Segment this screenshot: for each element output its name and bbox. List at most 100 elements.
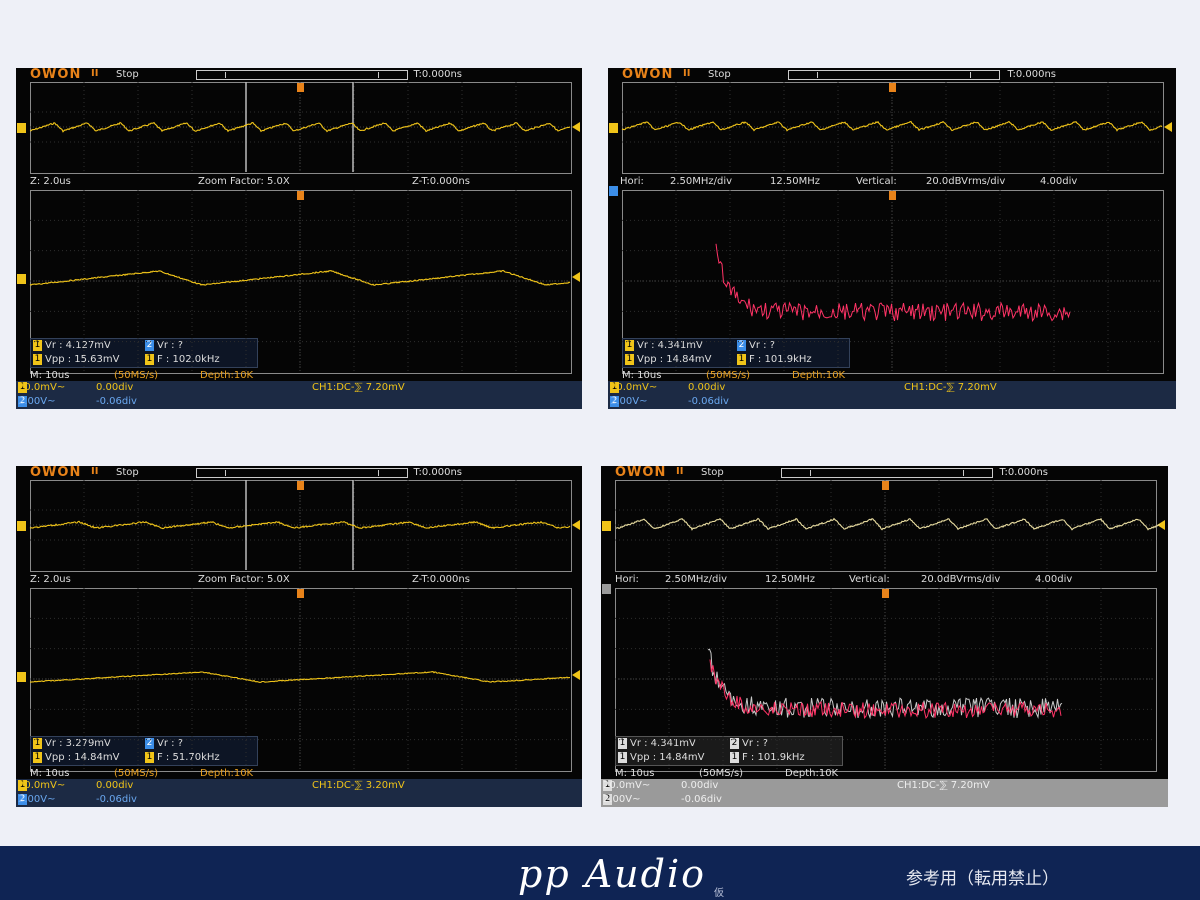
- scope-screen-2: OWON II Stop T:0.000ns Hori: 2.50MHz/div…: [608, 67, 1176, 409]
- zoom-timebase: Z: 2.0us: [30, 574, 71, 585]
- memory-position-bar: [196, 70, 408, 80]
- memory-position-bar: [781, 468, 993, 478]
- brand-logo: pp Audio: [518, 852, 707, 896]
- measure-ch1-vr: 1 Vr : 3.279mV: [33, 737, 111, 749]
- zoom-factor: Zoom Factor: 5.0X: [198, 176, 290, 187]
- fft-hori-label: Hori:: [615, 574, 639, 585]
- run-status: Stop: [708, 69, 731, 80]
- owon-logo: OWON: [622, 67, 674, 82]
- measure-ch2-vr: 2 Vr : ?: [737, 339, 775, 351]
- timebase: M: 10us: [615, 768, 655, 779]
- measure-ch1-freq: 1F : 51.70kHz: [145, 751, 220, 763]
- memory-position-bar: [788, 70, 1000, 80]
- memory-depth: Depth:10K: [200, 370, 254, 381]
- timebase: M: 10us: [30, 768, 70, 779]
- ch1-offset: 0.00div: [96, 382, 134, 393]
- measurement-panel: 1 Vr : 3.279mV 2 Vr : ? 1 Vpp : 14.84mV 1F …: [30, 736, 258, 766]
- pause-icon: II: [91, 466, 99, 477]
- measure-ch1-freq: 1F : 102.0kHz: [145, 353, 220, 365]
- fft-vert-label: Vertical:: [856, 176, 897, 187]
- scope-screen-4: OWON II Stop T:0.000ns Hori: 2.50MHz/div…: [601, 465, 1168, 807]
- ch1-offset: 0.00div: [688, 382, 726, 393]
- ch2-offset: -0.06div: [96, 794, 137, 805]
- scope-header: OWON II Stop T:0.000ns: [601, 465, 1168, 480]
- fft-vert-value: 20.0dBVrms/div: [921, 574, 1001, 585]
- trigger-setting: CH1:DC-⅀ 3.20mV: [312, 780, 405, 791]
- usage-note: 参考用（転用禁止）: [906, 869, 1059, 889]
- ch2-offset: -0.06div: [681, 794, 722, 805]
- channel-status-bar: 1 20.0mV~ 0.00div CH1:DC-⅀ 7.20mV 2 2.00V~…: [601, 779, 1168, 807]
- trigger-time: T:0.000ns: [413, 467, 462, 478]
- measure-ch1-freq: 1F : 101.9kHz: [737, 353, 812, 365]
- trigger-setting: CH1:DC-⅀ 7.20mV: [312, 382, 405, 393]
- timebase: M: 10us: [30, 370, 70, 381]
- zoom-timebase: Z: 2.0us: [30, 176, 71, 187]
- fft-vert-label: Vertical:: [849, 574, 890, 585]
- measure-ch1-freq: 1F : 101.9kHz: [730, 751, 805, 763]
- measure-ch2-vr: 2 Vr : ?: [145, 737, 183, 749]
- trigger-time: T:0.000ns: [999, 467, 1048, 478]
- measure-ch1-vpp: 1 Vpp : 14.84mV: [625, 353, 712, 365]
- pause-icon: II: [91, 68, 99, 79]
- scope-header: OWON II Stop T:0.000ns: [608, 67, 1176, 82]
- measure-ch1-vpp: 1 Vpp : 14.84mV: [618, 751, 705, 763]
- ch1-offset: 0.00div: [681, 780, 719, 791]
- owon-logo: OWON: [30, 465, 82, 480]
- main-window-grid: [622, 82, 1164, 174]
- measure-ch1-vpp: 1 Vpp : 15.63mV: [33, 353, 120, 365]
- fft-hori-value: 2.50MHz/div: [665, 574, 728, 585]
- measure-ch1-vr: 1 Vr : 4.127mV: [33, 339, 111, 351]
- measure-ch1-vr: 1 Vr : 4.341mV: [625, 339, 703, 351]
- fft-info-row: Hori: 2.50MHz/div 12.50MHz Vertical: 20.…: [620, 176, 1160, 188]
- fft-hori-label: Hori:: [620, 176, 644, 187]
- measure-ch2-vr: 2 Vr : ?: [145, 339, 183, 351]
- zoom-info-row: Z: 2.0us Zoom Factor: 5.0X Z-T:0.000ns: [30, 574, 570, 586]
- zoom-trigger-time: Z-T:0.000ns: [412, 574, 470, 585]
- owon-logo: OWON: [30, 67, 82, 82]
- measure-ch1-vr: 1 Vr : 4.341mV: [618, 737, 696, 749]
- pause-icon: II: [676, 466, 684, 477]
- timebase: M: 10us: [622, 370, 662, 381]
- trigger-time: T:0.000ns: [1007, 69, 1056, 80]
- main-window-grid: [30, 82, 572, 174]
- fft-offset: 4.00div: [1035, 574, 1073, 585]
- fft-center: 12.50MHz: [765, 574, 816, 585]
- trigger-setting: CH1:DC-⅀ 7.20mV: [897, 780, 990, 791]
- run-status: Stop: [116, 69, 139, 80]
- scope-screen-1: OWON II Stop T:0.000ns Z: 2.0us Zoom Fac…: [16, 67, 582, 409]
- zoom-trigger-time: Z-T:0.000ns: [412, 176, 470, 187]
- run-status: Stop: [116, 467, 139, 478]
- fft-center: 12.50MHz: [770, 176, 821, 187]
- brand-subscript: 仮: [714, 888, 724, 899]
- measurement-panel: 1 Vr : 4.341mV 2 Vr : ? 1 Vpp : 14.84mV 1F …: [622, 338, 850, 368]
- ch2-offset: -0.06div: [688, 396, 729, 407]
- trigger-setting: CH1:DC-⅀ 7.20mV: [904, 382, 997, 393]
- fft-offset: 4.00div: [1040, 176, 1078, 187]
- sample-rate: (50MS/s): [699, 768, 744, 779]
- memory-position-bar: [196, 468, 408, 478]
- zoom-factor: Zoom Factor: 5.0X: [198, 574, 290, 585]
- channel-status-bar: 1 20.0mV~ 0.00div CH1:DC-⅀ 7.20mV 2 2.00V~…: [608, 381, 1176, 409]
- fft-vert-value: 20.0dBVrms/div: [926, 176, 1006, 187]
- pause-icon: II: [683, 68, 691, 79]
- measurement-panel: 1 Vr : 4.341mV 2 Vr : ? 1 Vpp : 14.84mV 1F …: [615, 736, 843, 766]
- measure-ch2-vr: 2 Vr : ?: [730, 737, 768, 749]
- scope-header: OWON II Stop T:0.000ns: [16, 67, 582, 82]
- main-window-grid: [30, 480, 572, 572]
- scope-header: OWON II Stop T:0.000ns: [16, 465, 582, 480]
- fft-hori-value: 2.50MHz/div: [670, 176, 733, 187]
- fft-info-row: Hori: 2.50MHz/div 12.50MHz Vertical: 20.…: [615, 574, 1155, 586]
- scope-screen-3: OWON II Stop T:0.000ns Z: 2.0us Zoom Fac…: [16, 465, 582, 807]
- zoom-info-row: Z: 2.0us Zoom Factor: 5.0X Z-T:0.000ns: [30, 176, 570, 188]
- channel-status-bar: 1 20.0mV~ 0.00div CH1:DC-⅀ 3.20mV 2 2.00V~…: [16, 779, 582, 807]
- sample-rate: (50MS/s): [114, 768, 159, 779]
- memory-depth: Depth:10K: [200, 768, 254, 779]
- run-status: Stop: [701, 467, 724, 478]
- owon-logo: OWON: [615, 465, 667, 480]
- trigger-time: T:0.000ns: [413, 69, 462, 80]
- sample-rate: (50MS/s): [706, 370, 751, 381]
- sample-rate: (50MS/s): [114, 370, 159, 381]
- measure-ch1-vpp: 1 Vpp : 14.84mV: [33, 751, 120, 763]
- memory-depth: Depth:10K: [792, 370, 846, 381]
- main-window-grid: [615, 480, 1157, 572]
